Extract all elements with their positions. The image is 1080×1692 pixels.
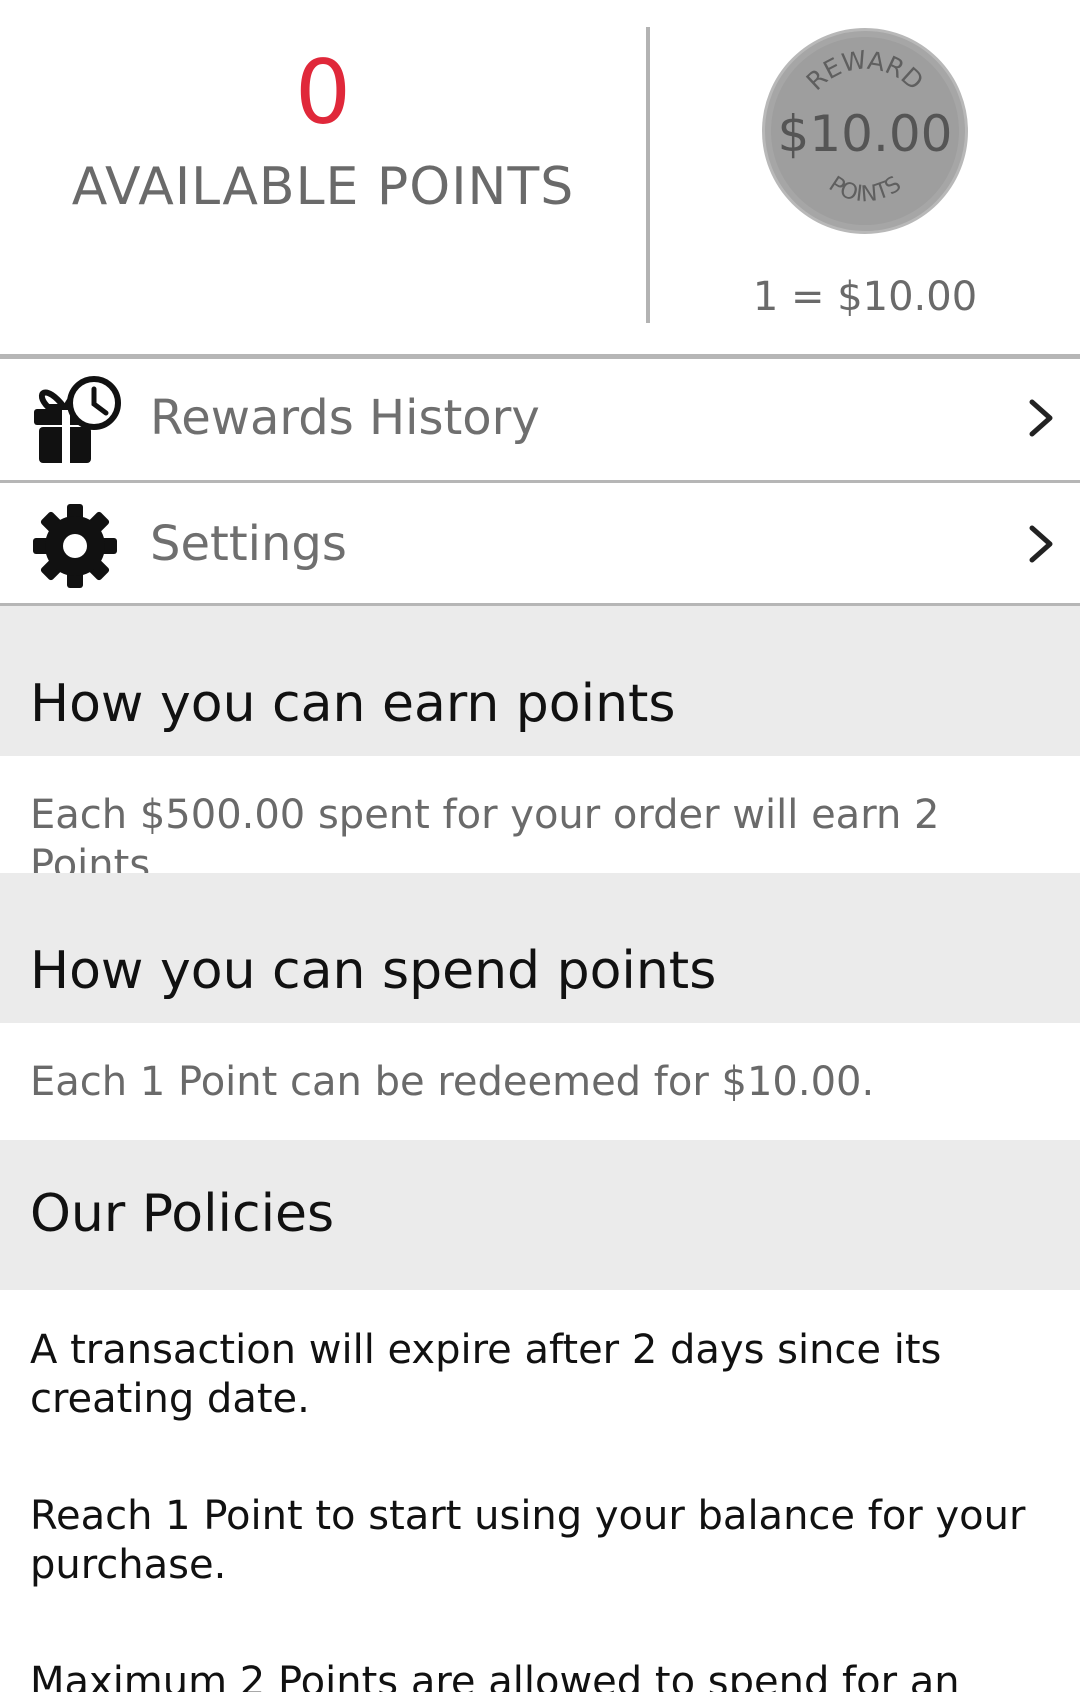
policy-item: Maximum 2 Points are allowed to spend fo…: [30, 1659, 960, 1692]
chevron-right-icon: [1029, 399, 1053, 437]
coin-bottom-label: POINTS: [824, 172, 906, 208]
earn-points-header: How you can earn points: [0, 606, 1080, 756]
available-points-label: AVAILABLE POINTS: [71, 157, 575, 217]
conversion-rate: 1 = $10.00: [752, 274, 978, 320]
policy-item: Reach 1 Point to start using your balanc…: [30, 1493, 1026, 1588]
earn-points-title: How you can earn points: [30, 674, 676, 734]
summary-divider: [646, 27, 650, 323]
rewards-history-row[interactable]: Rewards History: [0, 359, 1080, 477]
spend-points-header: How you can spend points: [0, 873, 1080, 1023]
reward-coin-badge: REWARD POINTS $10.00: [762, 28, 968, 234]
settings-row[interactable]: Settings: [0, 485, 1080, 603]
earn-points-body: Each $500.00 spent for your order will e…: [0, 756, 1080, 888]
spend-points-body: Each 1 Point can be redeemed for $10.00.: [0, 1023, 1080, 1140]
gear-icon: [33, 504, 117, 588]
svg-text:REWARD: REWARD: [801, 45, 929, 96]
menu-divider: [0, 480, 1080, 483]
gift-clock-icon: [34, 376, 121, 463]
policies-header: Our Policies: [0, 1140, 1080, 1290]
policies-title: Our Policies: [30, 1184, 335, 1244]
coin-top-label: REWARD: [801, 45, 929, 96]
policies-body: A transaction will expire after 2 days s…: [0, 1290, 1080, 1692]
spend-points-text: Each 1 Point can be redeemed for $10.00.: [30, 1059, 875, 1105]
coin-amount: $10.00: [777, 105, 953, 163]
svg-text:POINTS: POINTS: [824, 172, 906, 208]
points-summary: 0 AVAILABLE POINTS REWARD POINTS $10.00 …: [0, 0, 1080, 356]
spend-points-title: How you can spend points: [30, 941, 717, 1001]
settings-label: Settings: [150, 516, 347, 572]
available-points-value: 0: [295, 41, 351, 144]
rewards-history-label: Rewards History: [150, 390, 540, 446]
chevron-right-icon: [1029, 525, 1053, 563]
policy-item: A transaction will expire after 2 days s…: [30, 1327, 942, 1422]
